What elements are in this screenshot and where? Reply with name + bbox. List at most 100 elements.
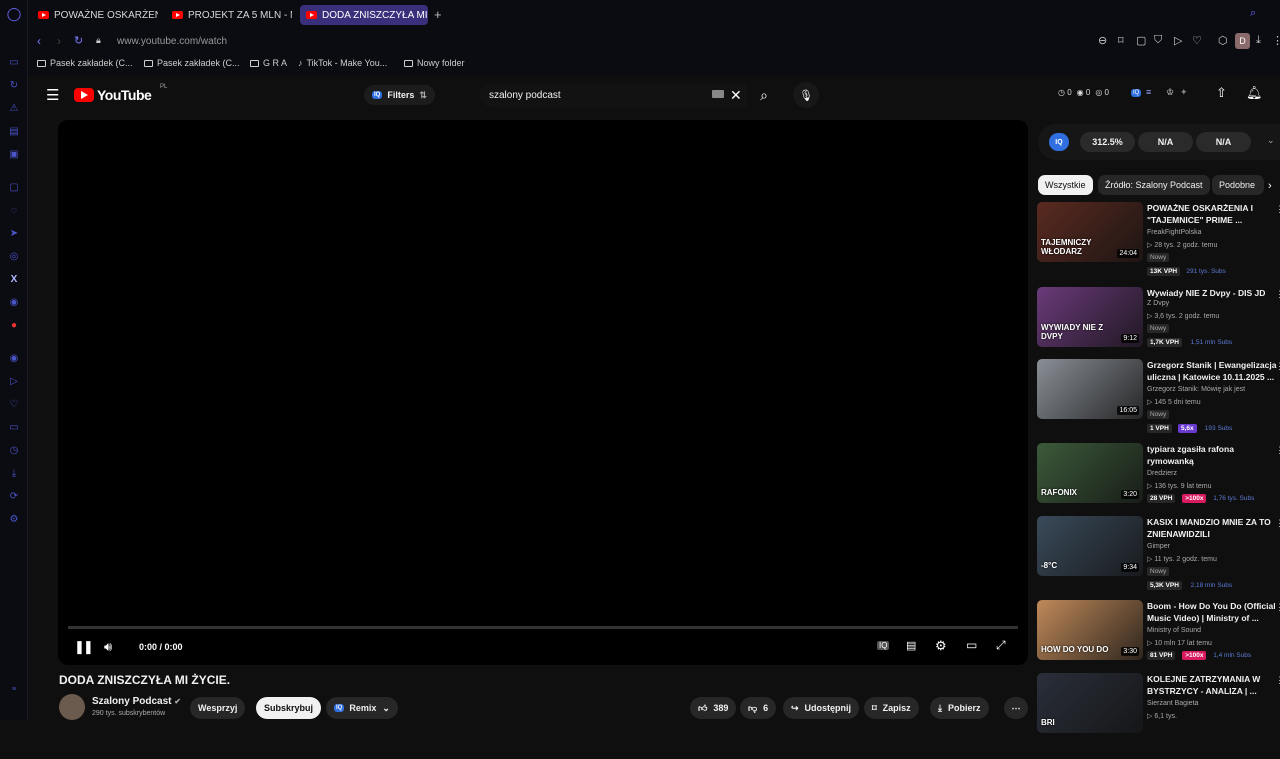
panel-mail-icon[interactable]: ▣: [7, 147, 21, 161]
video-title[interactable]: KASIX I MANDZIO MNIE ZA TO ZNIENAWIDZILI: [1147, 516, 1277, 540]
more-options-icon[interactable]: ⋮: [1275, 675, 1280, 686]
video-thumbnail[interactable]: -8°C 9:34: [1037, 516, 1143, 576]
bookmark-tiktok[interactable]: ♪ TikTok - Make You...: [298, 58, 387, 68]
video-title[interactable]: Wywiady NIE Z Dvpy - DIS JD: [1147, 287, 1277, 299]
video-title[interactable]: Boom - How Do You Do (Official Music Vid…: [1147, 600, 1277, 624]
video-thumbnail[interactable]: HOW DO YOU DO 3:30: [1037, 600, 1143, 660]
recommendation-item[interactable]: BRI KOLEJNE ZATRZYMANIA W BYSTRZYCY - ANA…: [1037, 673, 1280, 759]
tab-3-active[interactable]: DODA ZNISZCZYŁA MI ŻYC: [300, 5, 428, 25]
chevron-down-icon[interactable]: ⌄: [1267, 135, 1275, 146]
download-button[interactable]: ⤓ Pobierz: [930, 697, 989, 719]
more-options-icon[interactable]: ⋮: [1275, 204, 1280, 215]
theater-mode-icon[interactable]: ▭: [966, 638, 977, 652]
panel-download-icon[interactable]: ⤓: [7, 466, 21, 480]
fullscreen-icon[interactable]: ⤢: [996, 638, 1006, 653]
chip-all[interactable]: Wszystkie: [1038, 175, 1093, 195]
play-extension-icon[interactable]: ▷: [1174, 34, 1182, 47]
video-title[interactable]: typiara zgasiła rafona rymowanką: [1147, 443, 1277, 467]
capture-icon[interactable]: ▢: [1136, 34, 1146, 47]
video-thumbnail[interactable]: RAFONIX 3:20: [1037, 443, 1143, 503]
panel-clock-icon[interactable]: ◷: [7, 443, 21, 457]
profile-avatar[interactable]: D: [1235, 33, 1250, 49]
panel-messenger-icon[interactable]: ◌: [7, 203, 21, 217]
url-field[interactable]: www.youtube.com/watch: [117, 36, 227, 47]
more-options-icon[interactable]: ⋮: [1275, 445, 1280, 456]
panel-x-icon[interactable]: X: [7, 272, 21, 286]
menu-icon[interactable]: ⋮: [1272, 34, 1280, 47]
keyboard-icon[interactable]: [712, 90, 724, 98]
settings-gear-icon[interactable]: ⚙: [935, 638, 947, 654]
channel-name[interactable]: Ministry of Sound: [1147, 627, 1201, 634]
video-thumbnail[interactable]: WYWIADY NIE Z DVPY 9:12: [1037, 287, 1143, 347]
download-toolbar-icon[interactable]: ⤓: [1256, 34, 1261, 47]
upload-icon[interactable]: ⇧: [1216, 85, 1227, 101]
save-button[interactable]: ⌑ Zapisz: [864, 697, 919, 719]
like-button[interactable]: 👍︎ 389: [690, 697, 737, 719]
zoom-icon[interactable]: ⊖: [1098, 34, 1107, 47]
video-thumbnail[interactable]: 16:05: [1037, 359, 1143, 419]
chip-related[interactable]: Podobne: [1212, 175, 1264, 195]
back-icon[interactable]: ‹: [37, 34, 41, 48]
list-icon[interactable]: ≡: [1146, 87, 1151, 97]
panel-card-icon[interactable]: ▭: [7, 420, 21, 434]
sparkle-icon[interactable]: ✦: [1180, 87, 1188, 98]
support-button[interactable]: Wesprzyj: [190, 697, 246, 719]
panel-spotify-icon[interactable]: ◉: [7, 351, 21, 365]
channel-name[interactable]: Szalony Podcast ✔: [92, 696, 181, 707]
reload-icon[interactable]: ↻: [74, 34, 83, 47]
forward-icon[interactable]: ›: [57, 34, 61, 48]
video-thumbnail[interactable]: TAJEMNICZY WŁODARZ 24:04: [1037, 202, 1143, 262]
panel-bookmarks-icon[interactable]: ▭: [7, 55, 21, 69]
heart-extension-icon[interactable]: ♡: [1192, 34, 1202, 47]
video-thumbnail[interactable]: BRI: [1037, 673, 1143, 733]
panel-twitch-icon[interactable]: ▢: [7, 180, 21, 194]
bookmark-folder[interactable]: G R A: [250, 58, 287, 68]
video-title[interactable]: KOLEJNE ZATRZYMANIA W BYSTRZYCY - ANALIZ…: [1147, 673, 1277, 697]
search-icon[interactable]: ⌕: [748, 82, 780, 108]
new-tab-plus-icon[interactable]: +: [434, 7, 442, 22]
bookmark-folder[interactable]: Pasek zakładek (C...: [37, 58, 133, 68]
panel-notes-icon[interactable]: ▤: [7, 124, 21, 138]
channel-name[interactable]: FreakFightPolska: [1147, 229, 1201, 236]
channel-name[interactable]: Z Dvpy: [1147, 300, 1169, 307]
channel-name[interactable]: Sierżant Bagieta: [1147, 700, 1198, 707]
recommendation-item[interactable]: 16:05 Grzegorz Stanik | Ewangelizacja uli…: [1037, 359, 1280, 445]
recommendation-item[interactable]: TAJEMNICZY WŁODARZ 24:04 POWAŻNE OSKARŻENI…: [1037, 202, 1280, 288]
chip-source[interactable]: Źródło: Szalony Podcast: [1098, 175, 1210, 195]
more-options-icon[interactable]: ⋮: [1275, 289, 1280, 300]
clear-search-icon[interactable]: ✕: [730, 87, 742, 104]
voice-search-icon[interactable]: 🎙︎: [793, 82, 819, 108]
subscribe-button[interactable]: Subskrybuj: [256, 697, 322, 719]
more-options-icon[interactable]: ⋮: [1275, 361, 1280, 372]
subtitles-icon[interactable]: ▤: [906, 639, 916, 652]
hamburger-menu-icon[interactable]: ☰: [46, 86, 59, 104]
shield-icon[interactable]: ⛉: [1154, 34, 1162, 47]
channel-name[interactable]: Dredzierz: [1147, 470, 1177, 477]
video-player[interactable]: ❚❚ 🔊︎ 0:00 / 0:00 IQ ▤ ⚙ ▭ ⤢: [58, 120, 1028, 665]
channel-name[interactable]: Gimper: [1147, 543, 1170, 550]
video-title[interactable]: Grzegorz Stanik | Ewangelizacja uliczna …: [1147, 359, 1277, 383]
panel-history-icon[interactable]: ↻: [7, 78, 21, 92]
search-input[interactable]: szalony podcast: [489, 90, 561, 101]
share-button[interactable]: ↪ Udostępnij: [783, 697, 860, 719]
panel-yt-icon[interactable]: ●: [7, 318, 21, 332]
channel-avatar[interactable]: [59, 694, 85, 720]
panel-settings-icon[interactable]: ⚙: [7, 512, 21, 526]
more-actions-button[interactable]: ⋯: [1004, 697, 1028, 719]
panel-telegram-icon[interactable]: ➤: [7, 226, 21, 240]
browser-logo-icon[interactable]: ◯: [7, 6, 22, 21]
recommendation-item[interactable]: -8°C 9:34 KASIX I MANDZIO MNIE ZA TO ZNIEN…: [1037, 516, 1280, 602]
bookmark-folder[interactable]: Nowy folder: [404, 58, 465, 68]
filters-button[interactable]: IQ Filters ⇅: [364, 85, 435, 105]
pause-icon[interactable]: ❚❚: [74, 639, 94, 655]
notifications-bell-icon[interactable]: 🔔︎: [1246, 85, 1263, 101]
bookmark-folder[interactable]: Pasek zakładek (C...: [144, 58, 240, 68]
iq-player-icon[interactable]: IQ: [877, 641, 890, 650]
tab-search-icon[interactable]: ⌕: [1250, 7, 1256, 20]
panel-sync-icon[interactable]: ⟳: [7, 489, 21, 503]
tab-2[interactable]: PROJEKT ZA 5 MLN - MIE: [166, 5, 292, 25]
chips-next-icon[interactable]: ›: [1268, 180, 1272, 192]
channel-name[interactable]: Grzegorz Stanik: Mówię jak jest: [1147, 386, 1245, 393]
volume-icon[interactable]: 🔊︎: [104, 639, 112, 655]
progress-track[interactable]: [68, 626, 1018, 629]
